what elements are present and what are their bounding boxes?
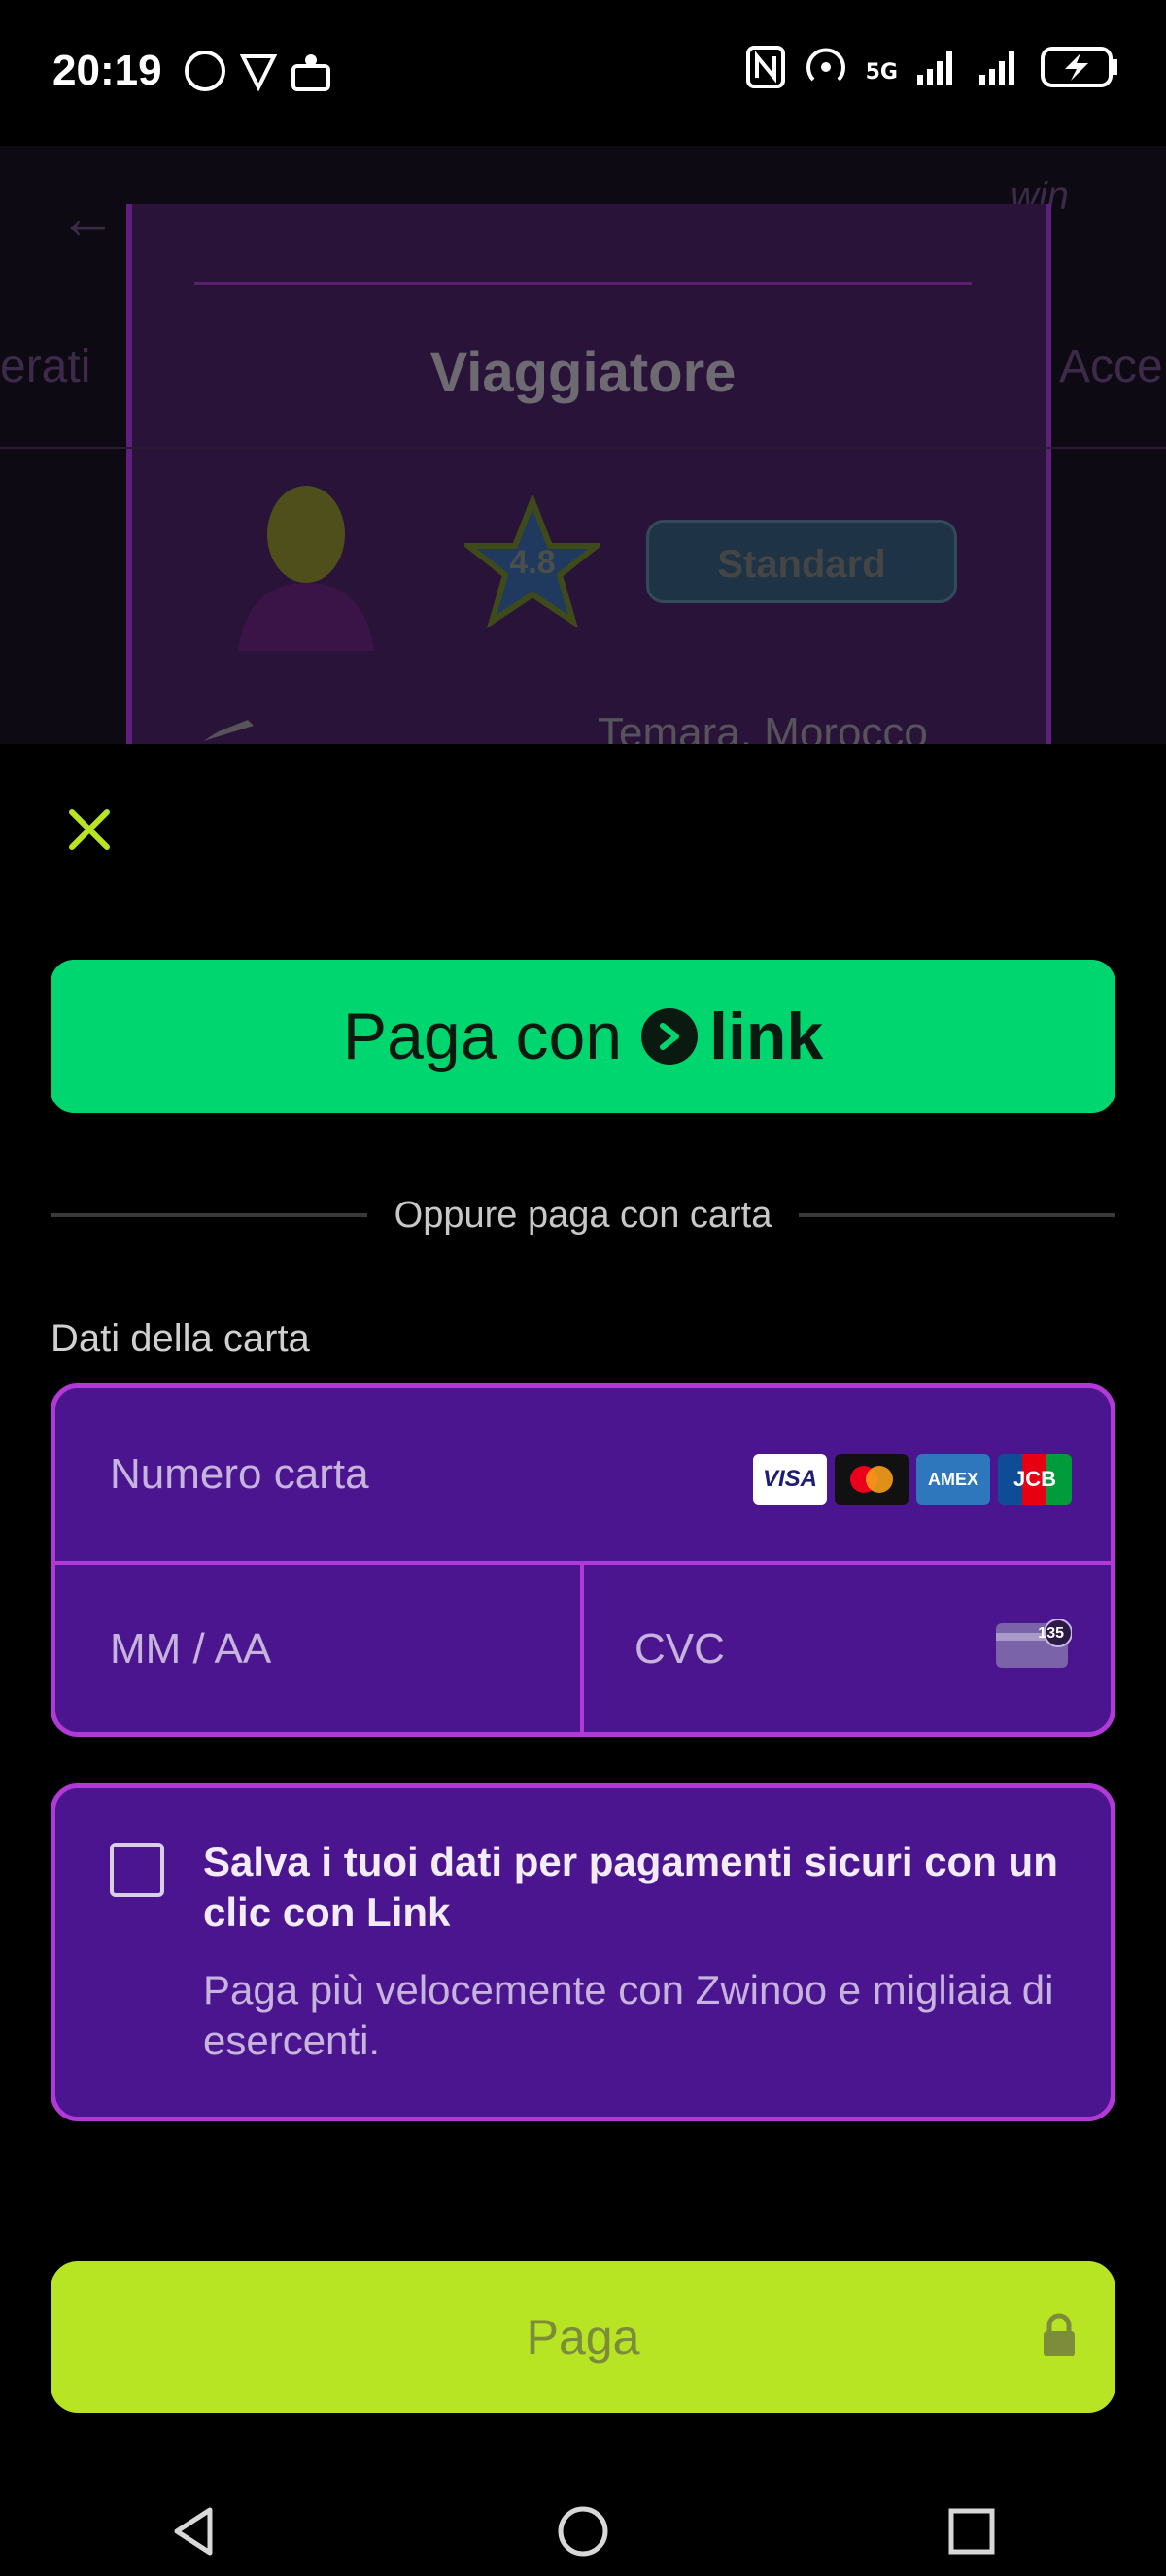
link-button-label: Paga con [342, 1000, 623, 1073]
lock-icon [1040, 2312, 1079, 2358]
close-icon[interactable] [62, 802, 117, 857]
cvc-icon-label: 135 [1038, 1625, 1064, 1642]
status-right-icons: 5G [745, 45, 1119, 99]
nfc-icon [745, 45, 786, 99]
app-notification-icon [290, 51, 332, 93]
or-divider: Oppure paga con carta [51, 1191, 1116, 1239]
expiry-field[interactable]: MM / AA [55, 1565, 584, 1732]
system-nav-bar [0, 2487, 1166, 2576]
back-arrow-icon: ← [58, 186, 117, 251]
link-logo-icon [641, 1008, 699, 1065]
plane-icon [199, 714, 257, 748]
location-text: Temara, Morocco [598, 709, 928, 748]
amex-icon: AMEX [916, 1454, 990, 1505]
pay-with-link-button[interactable]: Paga con link [51, 960, 1115, 1113]
network-type-label: 5G [865, 59, 898, 85]
header-divider [0, 447, 1166, 449]
card-divider [194, 282, 972, 285]
status-bar: 20:19 5G [0, 0, 1166, 146]
hotspot-icon [804, 45, 848, 99]
tier-badge: Standard [646, 520, 957, 603]
expiry-placeholder: MM / AA [110, 1625, 272, 1673]
cvc-field[interactable]: CVC 135 [584, 1565, 1111, 1732]
back-nav-icon[interactable] [165, 2502, 223, 2560]
jcb-icon: JCB [998, 1454, 1072, 1505]
card-number-placeholder: Numero carta [110, 1450, 369, 1498]
signal-icon-2 [977, 48, 1022, 96]
battery-charging-icon [1040, 46, 1119, 98]
visa-icon: VISA [753, 1454, 827, 1505]
card-brands: VISA AMEX JCB [753, 1454, 1072, 1505]
signal-icon-1 [915, 48, 960, 96]
mastercard-icon [835, 1454, 909, 1505]
save-subtitle: Paga più velocemente con Zwinoo e miglia… [203, 1967, 1054, 2063]
whatsapp-icon [185, 51, 225, 91]
vpn-icon [239, 52, 278, 92]
save-title: Salva i tuoi dati per pagamenti sicuri c… [203, 1839, 1058, 1935]
pay-button-label: Paga [526, 2310, 640, 2364]
cvc-placeholder: CVC [634, 1625, 725, 1673]
save-with-link-box[interactable]: Salva i tuoi dati per pagamenti sicuri c… [51, 1783, 1115, 2121]
home-nav-icon[interactable] [554, 2502, 612, 2560]
divider-line-left [51, 1213, 367, 1217]
card-details-label: Dati della carta [51, 1317, 310, 1360]
pay-button[interactable]: Paga [51, 2261, 1115, 2413]
background-app: ← win erati Acce Viaggiatore 4.8 Standar… [0, 146, 1166, 748]
rating-value: 4.8 [509, 544, 556, 581]
card-form: Numero carta VISA AMEX JCB MM / AA CVC 1… [51, 1383, 1115, 1737]
avatar-icon [228, 476, 384, 651]
divider-line-right [799, 1213, 1116, 1217]
status-time: 20:19 [52, 47, 162, 94]
divider-text: Oppure paga con carta [394, 1194, 772, 1236]
recents-nav-icon[interactable] [943, 2502, 1001, 2560]
card-number-field[interactable]: Numero carta VISA AMEX JCB [55, 1388, 1111, 1565]
link-brand-text: link [709, 1000, 824, 1073]
save-checkbox[interactable] [110, 1843, 164, 1897]
profile-title: Viaggiatore [429, 341, 737, 404]
